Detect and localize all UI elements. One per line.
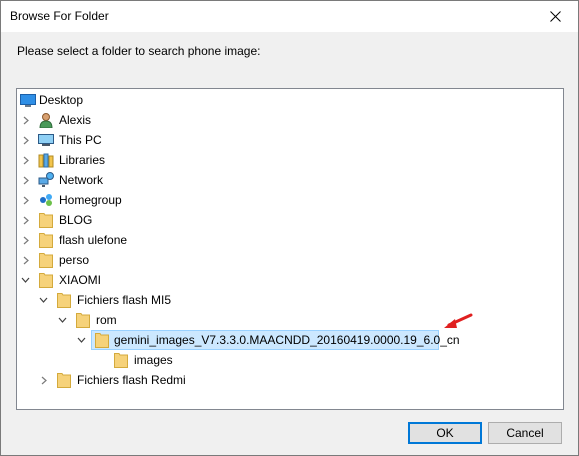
tree-item-perso[interactable]: perso xyxy=(17,250,561,270)
tree-item-alexis[interactable]: Alexis xyxy=(17,110,561,130)
chevron-right-icon[interactable] xyxy=(19,130,33,150)
folder-icon xyxy=(57,373,71,388)
tree-item-this-pc[interactable]: This PC xyxy=(17,130,561,150)
tree-item-images[interactable]: images xyxy=(17,350,561,370)
homegroup-icon xyxy=(40,194,52,206)
tree-item-label: perso xyxy=(59,253,90,267)
tree-item-label: Libraries xyxy=(59,153,106,167)
tree-item-fichiers-flash-redmi[interactable]: Fichiers flash Redmi xyxy=(17,370,561,390)
cancel-button[interactable]: Cancel xyxy=(488,422,562,444)
close-icon xyxy=(549,11,561,22)
tree-item-blog[interactable]: BLOG xyxy=(17,210,561,230)
chevron-right-icon[interactable] xyxy=(19,230,33,250)
user-icon xyxy=(39,113,53,128)
tree-item-label: This PC xyxy=(59,133,102,147)
tree-item-homegroup[interactable]: Homegroup xyxy=(17,190,561,210)
tree-item-label: Fichiers flash Redmi xyxy=(77,373,186,387)
folder-icon xyxy=(57,293,71,308)
libraries-icon xyxy=(38,153,54,168)
tree-item-label: Network xyxy=(59,173,104,187)
computer-icon xyxy=(38,134,54,146)
browse-for-folder-dialog: Browse For Folder Please select a folder… xyxy=(0,0,579,456)
tree-item-label: Homegroup xyxy=(59,193,122,207)
chevron-down-icon[interactable] xyxy=(18,270,32,290)
close-button[interactable] xyxy=(532,1,578,32)
chevron-right-icon[interactable] xyxy=(19,150,33,170)
tree-item-label: XIAOMI xyxy=(59,273,102,287)
chevron-right-icon[interactable] xyxy=(19,210,33,230)
instruction-text: Please select a folder to search phone i… xyxy=(17,44,261,58)
tree-item-gemini-images[interactable]: gemini_images_V7.3.3.0.MAACNDD_20160419.… xyxy=(17,330,561,350)
folder-icon xyxy=(114,353,128,368)
chevron-right-icon[interactable] xyxy=(19,170,33,190)
title-bar: Browse For Folder xyxy=(1,1,578,32)
tree-item-label: flash ulefone xyxy=(59,233,128,247)
tree-item-label: Fichiers flash MI5 xyxy=(77,293,172,307)
tree-item-xiaomi[interactable]: XIAOMI xyxy=(17,270,561,290)
tree-item-label: images xyxy=(134,353,173,367)
folder-icon xyxy=(39,213,53,228)
chevron-down-icon[interactable] xyxy=(74,330,88,350)
annotation-arrow-icon xyxy=(444,313,473,328)
tree-item-label: Alexis xyxy=(59,113,92,127)
folder-icon xyxy=(76,313,90,328)
chevron-right-icon[interactable] xyxy=(19,190,33,210)
chevron-down-icon[interactable] xyxy=(55,310,69,330)
tree-item-libraries[interactable]: Libraries xyxy=(17,150,561,170)
tree-item-flash-ulefone[interactable]: flash ulefone xyxy=(17,230,561,250)
dialog-title: Browse For Folder xyxy=(10,9,109,23)
chevron-right-icon[interactable] xyxy=(19,250,33,270)
ok-button[interactable]: OK xyxy=(408,422,482,444)
folder-icon xyxy=(39,253,53,268)
chevron-right-icon[interactable] xyxy=(37,370,51,390)
tree-item-network[interactable]: Network xyxy=(17,170,561,190)
folder-icon xyxy=(95,333,109,348)
desktop-icon xyxy=(20,94,36,107)
tree-item-label: gemini_images_V7.3.3.0.MAACNDD_20160419.… xyxy=(114,333,460,347)
chevron-right-icon[interactable] xyxy=(19,110,33,130)
folder-icon xyxy=(39,273,53,288)
tree-item-desktop[interactable]: Desktop xyxy=(17,90,561,110)
tree-item-fichiers-flash-mi5[interactable]: Fichiers flash MI5 xyxy=(17,290,561,310)
tree-item-label: Desktop xyxy=(39,93,84,107)
network-icon xyxy=(38,172,54,187)
folder-tree[interactable]: Desktop Alexis This PC Libraries Network… xyxy=(16,88,564,410)
tree-item-label: BLOG xyxy=(59,213,93,227)
tree-item-label: rom xyxy=(96,313,117,327)
tree-item-rom[interactable]: rom xyxy=(17,310,561,330)
folder-icon xyxy=(39,233,53,248)
chevron-down-icon[interactable] xyxy=(36,290,50,310)
